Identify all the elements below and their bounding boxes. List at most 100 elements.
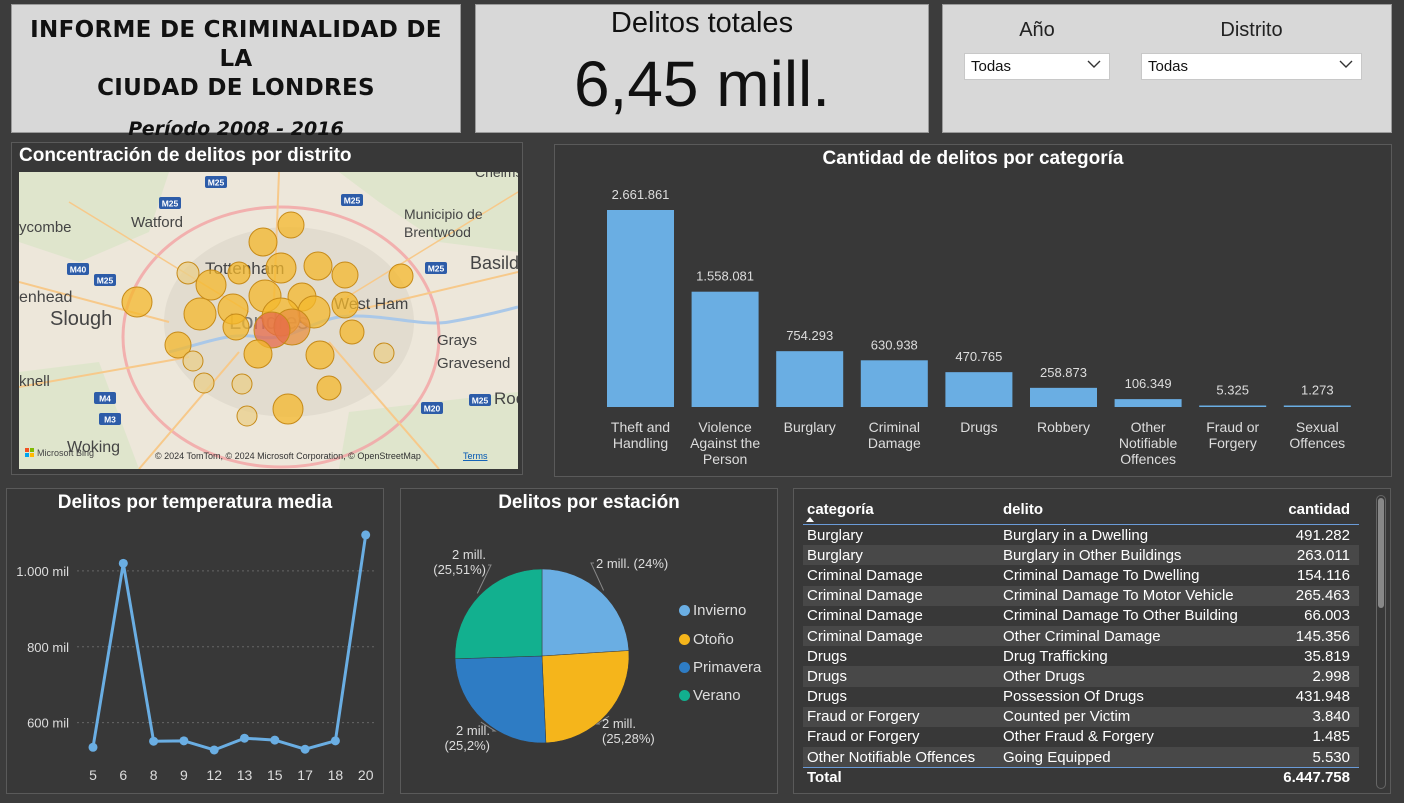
crime-bubble[interactable]: [331, 291, 359, 319]
crime-bubble[interactable]: [195, 269, 227, 301]
crime-bubble[interactable]: [248, 227, 278, 257]
table-row[interactable]: Criminal Damage Other Criminal Damage 145.…: [803, 625, 1359, 647]
line-point[interactable]: [149, 736, 159, 746]
district-dropdown[interactable]: Todas: [1141, 53, 1362, 80]
cell-cantidad: 5.530: [1312, 748, 1350, 766]
x-tick-label: 6: [119, 767, 127, 783]
line-point[interactable]: [300, 744, 310, 754]
map-place-label: Chelms: [475, 172, 518, 180]
table-row[interactable]: Fraud or Forgery Other Fraud & Forgery 1.4…: [803, 727, 1359, 747]
road-shield: M25: [341, 194, 363, 206]
report-title-line1: INFORME DE CRIMINALIDAD DE LA: [30, 17, 442, 72]
bar[interactable]: [1114, 399, 1182, 407]
bar[interactable]: [1030, 387, 1097, 407]
bar[interactable]: [1283, 405, 1351, 408]
table-row[interactable]: Criminal Damage Criminal Damage To Dwelli…: [803, 565, 1359, 585]
line-point[interactable]: [240, 733, 249, 743]
line-point[interactable]: [330, 736, 340, 746]
crime-bubble[interactable]: [331, 261, 359, 289]
cell-categoria: Burglary: [807, 526, 863, 544]
legend-item-otono[interactable]: Otoño: [679, 631, 734, 648]
cell-delito: Criminal Damage To Dwelling: [1003, 566, 1200, 584]
crime-bubble[interactable]: [339, 319, 365, 345]
bar-category-label: Sexual: [1296, 419, 1339, 435]
map-terms-link[interactable]: Terms: [463, 451, 488, 461]
cell-categoria: Criminal Damage: [807, 566, 923, 584]
line-point[interactable]: [209, 745, 219, 755]
crime-bubble[interactable]: [316, 375, 342, 401]
bar[interactable]: [860, 360, 928, 407]
crime-bubble[interactable]: [305, 340, 335, 370]
pie-slice[interactable]: [454, 568, 543, 660]
line-point[interactable]: [88, 742, 98, 752]
table-row[interactable]: Burglary Burglary in a Dwelling 491.282: [803, 525, 1359, 545]
column-header-delito[interactable]: delito: [1003, 501, 1263, 518]
scrollbar-thumb[interactable]: [1378, 498, 1384, 608]
bar-category-label: Violence: [698, 419, 752, 435]
table-row[interactable]: Other Notifiable Offences Going Equipped 5…: [803, 747, 1359, 768]
crime-bubble[interactable]: [182, 350, 204, 372]
cell-categoria: Criminal Damage: [807, 607, 923, 625]
line-point[interactable]: [270, 735, 280, 745]
road-shield: M25: [94, 274, 116, 286]
bar[interactable]: [691, 291, 759, 407]
column-header-categoria[interactable]: categoría: [803, 501, 1003, 518]
table-row[interactable]: Fraud or Forgery Counted per Victim 3.840: [803, 706, 1359, 727]
table-row[interactable]: Criminal Damage Criminal Damage To Other …: [803, 606, 1359, 626]
crime-bubble[interactable]: [243, 339, 273, 369]
line-point[interactable]: [179, 736, 189, 746]
sort-ascending-icon[interactable]: [805, 515, 815, 523]
bar[interactable]: [945, 372, 1013, 407]
table-row[interactable]: Drugs Possession Of Drugs 431.948: [803, 687, 1359, 707]
road-shield-label: M25: [208, 178, 225, 188]
line-point[interactable]: [361, 530, 371, 540]
table-row[interactable]: Criminal Damage Criminal Damage To Motor …: [803, 585, 1359, 606]
map-place-label: Grays: [437, 332, 477, 349]
column-header-cantidad[interactable]: cantidad: [1263, 501, 1354, 518]
table-body: Burglary Burglary in a Dwelling 491.282 Bur…: [803, 525, 1359, 768]
pie-data-label: 2 mill. (24%): [596, 556, 668, 571]
year-filter: Año Todas: [964, 19, 1110, 80]
season-pie-chart: Delitos por estación 2 mill. (24%) 2 mill…: [400, 488, 778, 794]
crime-bubble[interactable]: [277, 211, 305, 239]
bar-category-label: Other: [1131, 419, 1166, 435]
crime-bubble[interactable]: [373, 342, 395, 364]
crime-bubble[interactable]: [272, 393, 304, 425]
district-filter: Distrito Todas: [1141, 19, 1362, 80]
map-canvas[interactable]: WatfordTottenhamMunicipio deBrentwoodBas…: [19, 172, 518, 469]
table-row[interactable]: Drugs Drug Trafficking 35.819: [803, 646, 1359, 666]
crime-bubble[interactable]: [265, 252, 297, 284]
bar[interactable]: [776, 351, 844, 407]
crime-bubble[interactable]: [231, 373, 253, 395]
legend-item-verano[interactable]: Verano: [679, 687, 741, 704]
pie-slice[interactable]: [541, 568, 630, 657]
cell-delito: Other Criminal Damage: [1003, 627, 1161, 645]
bar[interactable]: [607, 210, 674, 407]
crime-bubble[interactable]: [388, 263, 414, 289]
crime-bubble[interactable]: [222, 313, 250, 341]
legend-item-invierno[interactable]: Invierno: [679, 602, 746, 619]
year-dropdown[interactable]: Todas: [964, 53, 1110, 80]
map-place-label: knell: [19, 373, 50, 390]
cell-categoria: Drugs: [807, 688, 848, 706]
table-scrollbar[interactable]: [1376, 495, 1386, 789]
crime-bubble[interactable]: [193, 372, 215, 394]
road-shield-label: M40: [70, 265, 87, 275]
table-row[interactable]: Drugs Other Drugs 2.998: [803, 666, 1359, 687]
cell-delito: Counted per Victim: [1003, 708, 1131, 726]
bar[interactable]: [1199, 405, 1267, 408]
crime-bubble[interactable]: [176, 261, 200, 285]
crime-bubble[interactable]: [183, 297, 217, 331]
crime-bubble[interactable]: [236, 405, 258, 427]
legend-item-primavera[interactable]: Primavera: [679, 659, 761, 676]
table-row[interactable]: Burglary Burglary in Other Buildings 263.0…: [803, 545, 1359, 566]
crime-map[interactable]: WatfordTottenhamMunicipio deBrentwoodBas…: [19, 172, 518, 469]
crime-bubble[interactable]: [303, 251, 333, 281]
crime-bubble[interactable]: [121, 286, 153, 318]
total-crimes-card: Delitos totales 6,45 mill.: [475, 4, 929, 133]
line-point[interactable]: [118, 558, 128, 568]
table: categoría delito cantidad Burglary Burgla…: [803, 495, 1359, 787]
x-tick-label: 20: [358, 767, 374, 783]
bar-category-label: Burglary: [784, 419, 836, 435]
crime-bubble[interactable]: [227, 261, 251, 285]
